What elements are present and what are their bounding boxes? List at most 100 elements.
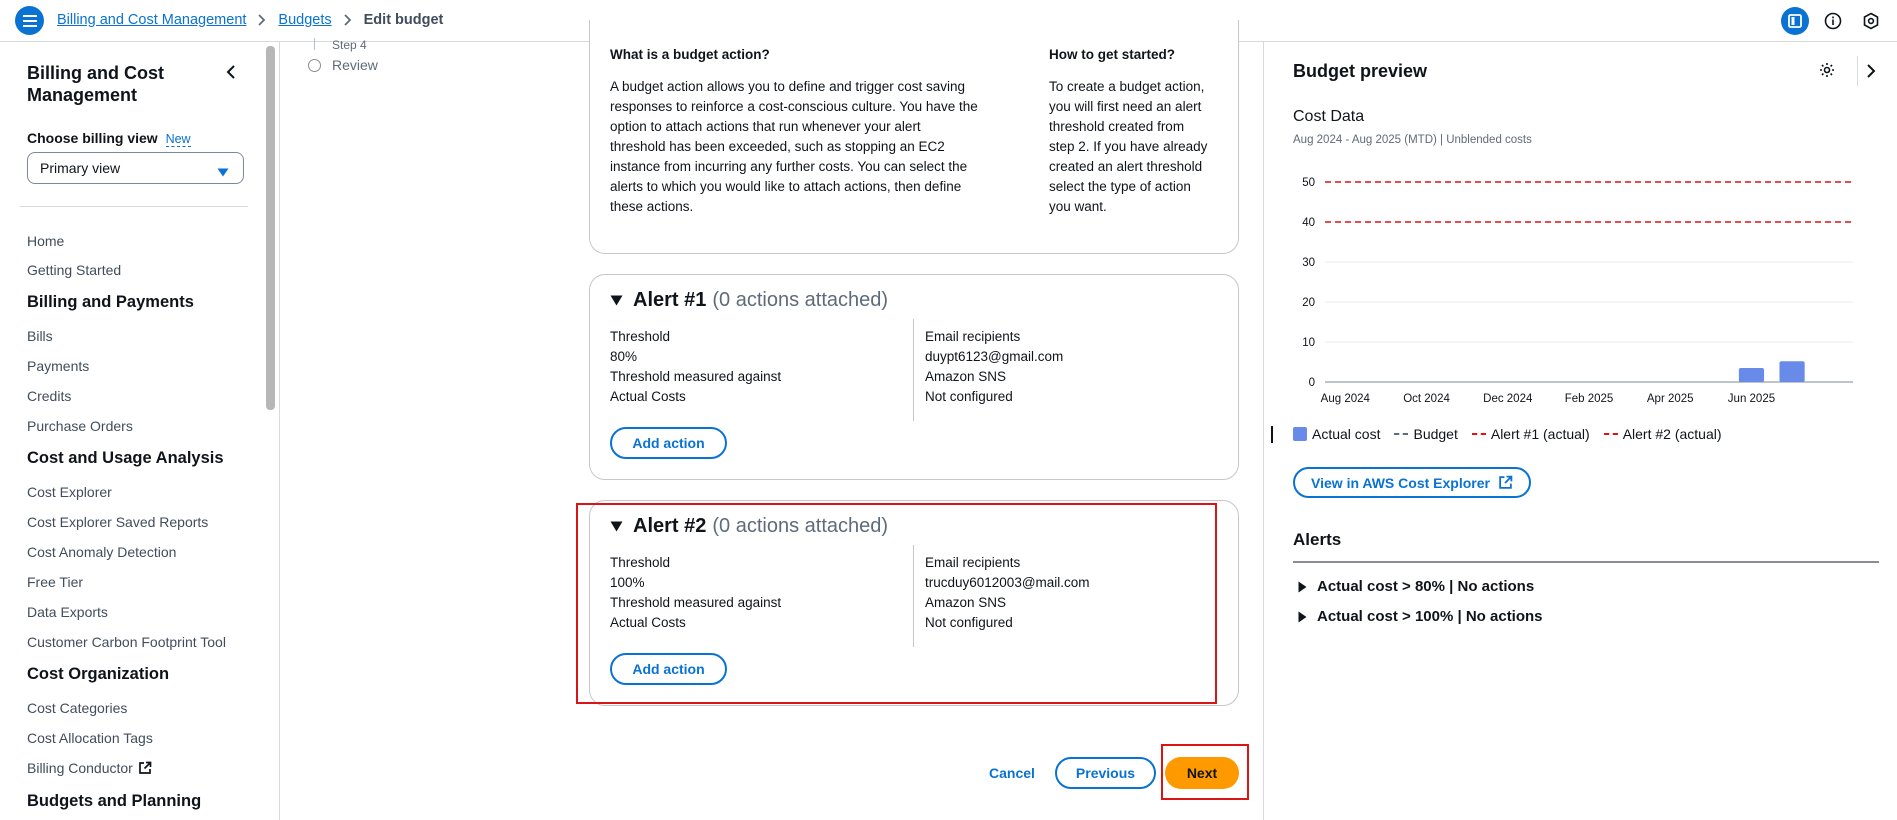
y-tick-label: 30 (1302, 257, 1315, 269)
legend-alert-2[interactable]: Alert #2 (actual) (1603, 426, 1722, 442)
chevron-right-icon (258, 14, 266, 26)
panel-separator (1857, 56, 1858, 86)
sns-value: Not configured (925, 389, 1013, 404)
alert-1-recipients-col: Email recipients duypt6123@gmail.com Ama… (925, 327, 1063, 407)
step-connector (314, 38, 315, 50)
x-tick-label: Apr 2025 (1647, 393, 1694, 405)
hamburger-icon (22, 14, 37, 27)
sidebar-divider (20, 206, 248, 207)
sidebar-item-cost-explorer[interactable]: Cost Explorer (27, 484, 112, 500)
sidebar-item-billing-conductor[interactable]: Billing Conductor (27, 760, 152, 776)
caret-right-icon (1298, 611, 1307, 623)
info-line: responses to reinforce a cost-conscious … (610, 99, 978, 114)
chevron-left-icon[interactable] (226, 64, 236, 83)
sidebar-item-cost-allocation-tags[interactable]: Cost Allocation Tags (27, 730, 153, 746)
legend-actual-cost[interactable]: Actual cost (1293, 426, 1380, 442)
info-icon[interactable] (1819, 7, 1847, 35)
x-tick-label: Dec 2024 (1483, 393, 1533, 405)
sidebar-section-budgets-planning: Budgets and Planning (27, 792, 202, 810)
breadcrumb-billing-link[interactable]: Billing and Cost Management (57, 12, 246, 28)
chevron-right-icon[interactable] (1866, 63, 1876, 82)
legend-label: Budget (1413, 426, 1458, 442)
step-circle-icon (308, 59, 321, 72)
new-badge[interactable]: New (165, 132, 191, 147)
alert-1-threshold-col: Threshold 80% Threshold measured against… (610, 327, 781, 407)
alert-summary-text: Actual cost > 80% | No actions (1317, 578, 1535, 595)
alert-1-add-action-button[interactable]: Add action (610, 427, 727, 459)
settings-shield-icon[interactable] (1857, 7, 1885, 35)
alert-2-highlight-box (576, 503, 1217, 704)
alert-summary-row[interactable]: Actual cost > 80% | No actions (1298, 578, 1534, 595)
x-tick-label: Aug 2024 (1321, 393, 1371, 405)
alerts-heading: Alerts (1293, 530, 1342, 549)
caret-down-icon (610, 295, 623, 306)
breadcrumb-current: Edit budget (363, 12, 444, 28)
legend-swatch (1471, 433, 1486, 435)
x-tick-label: Feb 2025 (1565, 393, 1614, 405)
budget-action-info-card: What is a budget action? A budget action… (589, 20, 1239, 254)
split-panel-toggle-icon[interactable] (1781, 7, 1809, 35)
sidebar-item-getting-started[interactable]: Getting Started (27, 262, 121, 278)
step-review-link[interactable]: Review (332, 57, 378, 73)
view-cost-explorer-button[interactable]: View in AWS Cost Explorer (1293, 467, 1531, 498)
sidebar-item-bills[interactable]: Bills (27, 328, 53, 344)
alert-1-name: Alert #1 (633, 289, 707, 311)
breadcrumb-budgets-link[interactable]: Budgets (278, 12, 331, 28)
what-is-action-heading: What is a budget action? (610, 47, 770, 62)
step-4-label: Step 4 (332, 38, 367, 52)
cost-data-chart: 0 10 20 30 40 50 Aug 2024 Oct 2024 Dec 2024 Feb 2… (1302, 177, 1853, 405)
sidebar-item-purchase-orders[interactable]: Purchase Orders (27, 418, 133, 434)
chevron-right-icon (344, 14, 352, 26)
alert-1-header[interactable]: Alert #1 (0 actions attached) (610, 289, 888, 312)
previous-button[interactable]: Previous (1055, 757, 1156, 789)
billing-view-label: Choose billing view New (27, 130, 191, 147)
sidebar-item-free-tier[interactable]: Free Tier (27, 574, 83, 590)
cost-data-heading: Cost Data (1293, 108, 1365, 125)
sidebar-scrollbar[interactable] (266, 46, 275, 410)
y-tick-label: 20 (1302, 297, 1315, 309)
chart-legend: Actual cost Budget Alert #1 (actual) Ale… (1293, 426, 1722, 442)
sidebar-item-carbon-footprint[interactable]: Customer Carbon Footprint Tool (27, 634, 226, 650)
info-line: step 2. If you have already (1049, 139, 1208, 154)
sidebar-item-saved-reports[interactable]: Cost Explorer Saved Reports (27, 514, 208, 530)
email-value: duypt6123@gmail.com (925, 349, 1064, 364)
sidebar-item-credits[interactable]: Credits (27, 388, 71, 404)
preview-panel-border (1263, 42, 1264, 820)
sidebar-section-cost-organization: Cost Organization (27, 665, 170, 683)
sidebar-item-cost-categories[interactable]: Cost Categories (27, 700, 127, 716)
sidebar-item-anomaly-detection[interactable]: Cost Anomaly Detection (27, 544, 176, 560)
info-line: created an alert threshold (1049, 159, 1203, 174)
y-tick-label: 50 (1302, 177, 1315, 189)
alert-summary-row[interactable]: Actual cost > 100% | No actions (1298, 608, 1543, 625)
sidebar-item-home[interactable]: Home (27, 233, 64, 249)
alert-summary-text: Actual cost > 100% | No actions (1317, 608, 1543, 625)
billing-view-label-text: Choose billing view (27, 130, 158, 146)
menu-button[interactable] (15, 6, 44, 35)
legend-budget[interactable]: Budget (1394, 426, 1458, 442)
billing-view-value: Primary view (40, 160, 121, 176)
measured-value: Actual Costs (610, 389, 686, 404)
measured-label: Threshold measured against (610, 369, 782, 384)
view-cost-explorer-label: View in AWS Cost Explorer (1311, 474, 1490, 491)
info-line: option to attach actions that run whenev… (610, 119, 921, 134)
sidebar-border (279, 42, 280, 820)
billing-view-select[interactable]: Primary view (27, 152, 244, 184)
x-tick-label: Jun 2025 (1728, 393, 1775, 405)
actual-cost-bar (1738, 368, 1765, 382)
info-line: To create a budget action, (1049, 79, 1205, 94)
budget-preview-title: Budget preview (1293, 61, 1428, 81)
sidebar-section-cost-usage: Cost and Usage Analysis (27, 449, 224, 467)
alerts-divider (1293, 561, 1879, 563)
sidebar-item-data-exports[interactable]: Data Exports (27, 604, 108, 620)
gear-icon[interactable] (1819, 62, 1835, 81)
info-line: these actions. (610, 199, 694, 214)
next-highlight-box (1161, 744, 1249, 800)
alert-1-actions-count: (0 actions attached) (712, 289, 889, 311)
y-tick-label: 0 (1309, 377, 1315, 389)
legend-swatch (1394, 433, 1409, 435)
sidebar-item-payments[interactable]: Payments (27, 358, 89, 374)
cancel-button[interactable]: Cancel (975, 757, 1049, 789)
legend-alert-1[interactable]: Alert #1 (actual) (1471, 426, 1590, 442)
external-link-icon (138, 761, 152, 774)
email-label: Email recipients (925, 329, 1021, 344)
